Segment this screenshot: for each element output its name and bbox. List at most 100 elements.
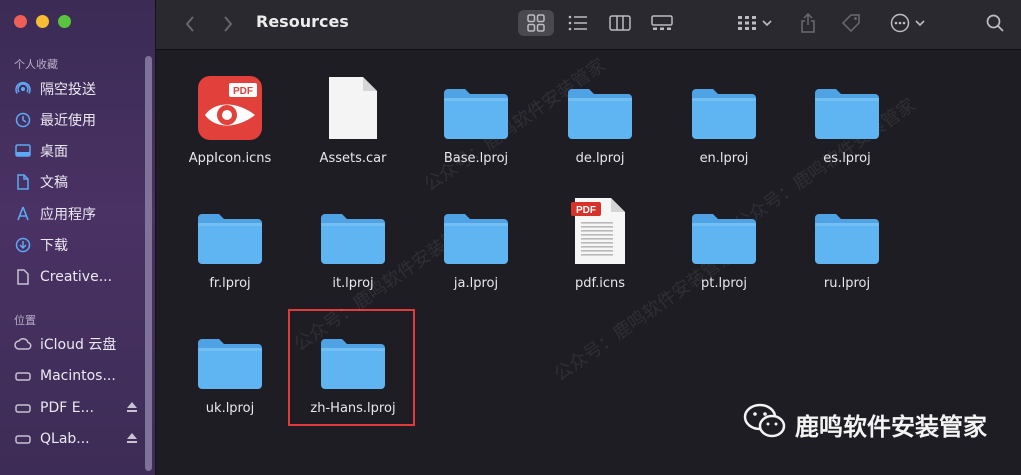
- file-item[interactable]: ru.lproj: [787, 196, 907, 291]
- file-item[interactable]: uk.lproj: [170, 321, 290, 416]
- folder-icon: [416, 71, 536, 141]
- sidebar-item-macintosh[interactable]: Macintos...: [14, 364, 146, 388]
- window-controls: [14, 15, 71, 28]
- file-name: it.lproj: [332, 276, 374, 291]
- chevron-left-icon: [185, 16, 194, 32]
- sidebar-item-label: 应用程序: [40, 207, 96, 223]
- folder-icon: [540, 71, 660, 141]
- sidebar: 个人收藏 隔空投送 最近使用 桌面 文稿 应用程序 下载 Creative...…: [0, 0, 156, 475]
- desktop-icon: [14, 142, 32, 160]
- folder-icon: [293, 321, 413, 391]
- folder-icon: [293, 196, 413, 266]
- eject-icon[interactable]: [126, 401, 138, 417]
- search-button[interactable]: [982, 10, 1008, 36]
- sidebar-item-label: 文稿: [40, 175, 68, 191]
- back-button[interactable]: [178, 12, 202, 36]
- file-name: AppIcon.icns: [188, 151, 272, 166]
- sidebar-item-applications[interactable]: 应用程序: [14, 202, 146, 226]
- gallery-view-button[interactable]: [648, 10, 676, 36]
- disk-icon: [14, 367, 32, 385]
- file-item[interactable]: pt.lproj: [664, 196, 784, 291]
- file-item[interactable]: it.lproj: [293, 196, 413, 291]
- sidebar-item-creative[interactable]: Creative...: [14, 265, 146, 289]
- file-item[interactable]: PDF pdf.icns: [540, 196, 660, 291]
- sidebar-item-desktop[interactable]: 桌面: [14, 139, 146, 163]
- folder-icon: [787, 196, 907, 266]
- close-button[interactable]: [14, 15, 27, 28]
- file-item[interactable]: PDF AppIcon.icns: [170, 71, 290, 166]
- file-name: Assets.car: [319, 151, 387, 166]
- sidebar-item-label: Macintos...: [40, 368, 116, 384]
- folder-icon: [664, 196, 784, 266]
- file-item[interactable]: fr.lproj: [170, 196, 290, 291]
- share-button[interactable]: [796, 10, 820, 36]
- sidebar-item-pdf-expert-volume[interactable]: PDF E...: [14, 396, 146, 420]
- applications-icon: [14, 205, 32, 223]
- sidebar-item-label: 隔空投送: [40, 82, 96, 98]
- file-name: pt.lproj: [701, 276, 747, 291]
- folder-icon: [170, 321, 290, 391]
- icon-view-button[interactable]: [518, 10, 554, 36]
- window-title: Resources: [256, 12, 349, 31]
- blank-file-icon: [293, 71, 413, 141]
- file-item[interactable]: Base.lproj: [416, 71, 536, 166]
- group-grid-icon: [737, 16, 756, 30]
- share-icon: [801, 13, 815, 33]
- gallery-icon: [651, 15, 673, 30]
- file-item[interactable]: Assets.car: [293, 71, 413, 166]
- sidebar-item-qlab-volume[interactable]: QLab...: [14, 427, 146, 451]
- tag-icon: [841, 14, 860, 33]
- watermark-text: 鹿鸣软件安装管家: [795, 412, 987, 441]
- sidebar-item-label: iCloud 云盘: [40, 337, 117, 353]
- tag-button[interactable]: [838, 10, 866, 36]
- folder-icon: [170, 196, 290, 266]
- file-name: es.lproj: [823, 151, 871, 166]
- sidebar-item-downloads[interactable]: 下载: [14, 233, 146, 257]
- svg-text:PDF: PDF: [233, 86, 253, 97]
- file-name: en.lproj: [699, 151, 749, 166]
- column-view-button[interactable]: [606, 10, 634, 36]
- sidebar-scrollbar[interactable]: [145, 56, 152, 471]
- folder-icon: [664, 71, 784, 141]
- file-item[interactable]: es.lproj: [787, 71, 907, 166]
- file-item[interactable]: de.lproj: [540, 71, 660, 166]
- more-actions-button[interactable]: [886, 10, 928, 36]
- pdf-document-icon: PDF: [540, 196, 660, 266]
- sidebar-item-label: 最近使用: [40, 113, 96, 129]
- sidebar-item-label: PDF E...: [40, 400, 94, 416]
- file-name: zh-Hans.lproj: [310, 401, 396, 416]
- chevron-down-icon: [761, 20, 772, 27]
- sidebar-item-documents[interactable]: 文稿: [14, 170, 146, 194]
- chevron-right-icon: [224, 16, 233, 32]
- disk-icon: [14, 399, 32, 417]
- forward-button[interactable]: [216, 12, 240, 36]
- toolbar: Resources: [156, 0, 1021, 50]
- file-name: ja.lproj: [453, 276, 499, 291]
- folder-icon: [416, 196, 536, 266]
- locations-header: 位置: [14, 314, 36, 327]
- file-item[interactable]: ja.lproj: [416, 196, 536, 291]
- minimize-button[interactable]: [36, 15, 49, 28]
- sidebar-item-airdrop[interactable]: 隔空投送: [14, 77, 146, 101]
- document-icon: [14, 173, 32, 191]
- file-name: de.lproj: [575, 151, 625, 166]
- eject-icon[interactable]: [126, 432, 138, 448]
- grid-icon: [527, 14, 545, 32]
- list-view-button[interactable]: [564, 10, 592, 36]
- chevron-down-icon: [914, 20, 925, 27]
- sidebar-item-label: QLab...: [40, 431, 90, 447]
- pdf-expert-app-icon: PDF: [170, 71, 290, 141]
- file-name: Base.lproj: [443, 151, 509, 166]
- disk-icon: [14, 430, 32, 448]
- download-icon: [14, 236, 32, 254]
- watermark-logo: 鹿鸣软件安装管家: [743, 403, 987, 445]
- zoom-button[interactable]: [58, 15, 71, 28]
- sidebar-item-icloud[interactable]: iCloud 云盘: [14, 332, 146, 356]
- file-item[interactable]: en.lproj: [664, 71, 784, 166]
- file-item[interactable]: zh-Hans.lproj: [293, 321, 413, 416]
- folder-icon: [787, 71, 907, 141]
- list-icon: [568, 15, 587, 31]
- group-by-button[interactable]: [732, 10, 776, 36]
- ellipsis-circle-icon: [890, 13, 909, 33]
- sidebar-item-recents[interactable]: 最近使用: [14, 108, 146, 132]
